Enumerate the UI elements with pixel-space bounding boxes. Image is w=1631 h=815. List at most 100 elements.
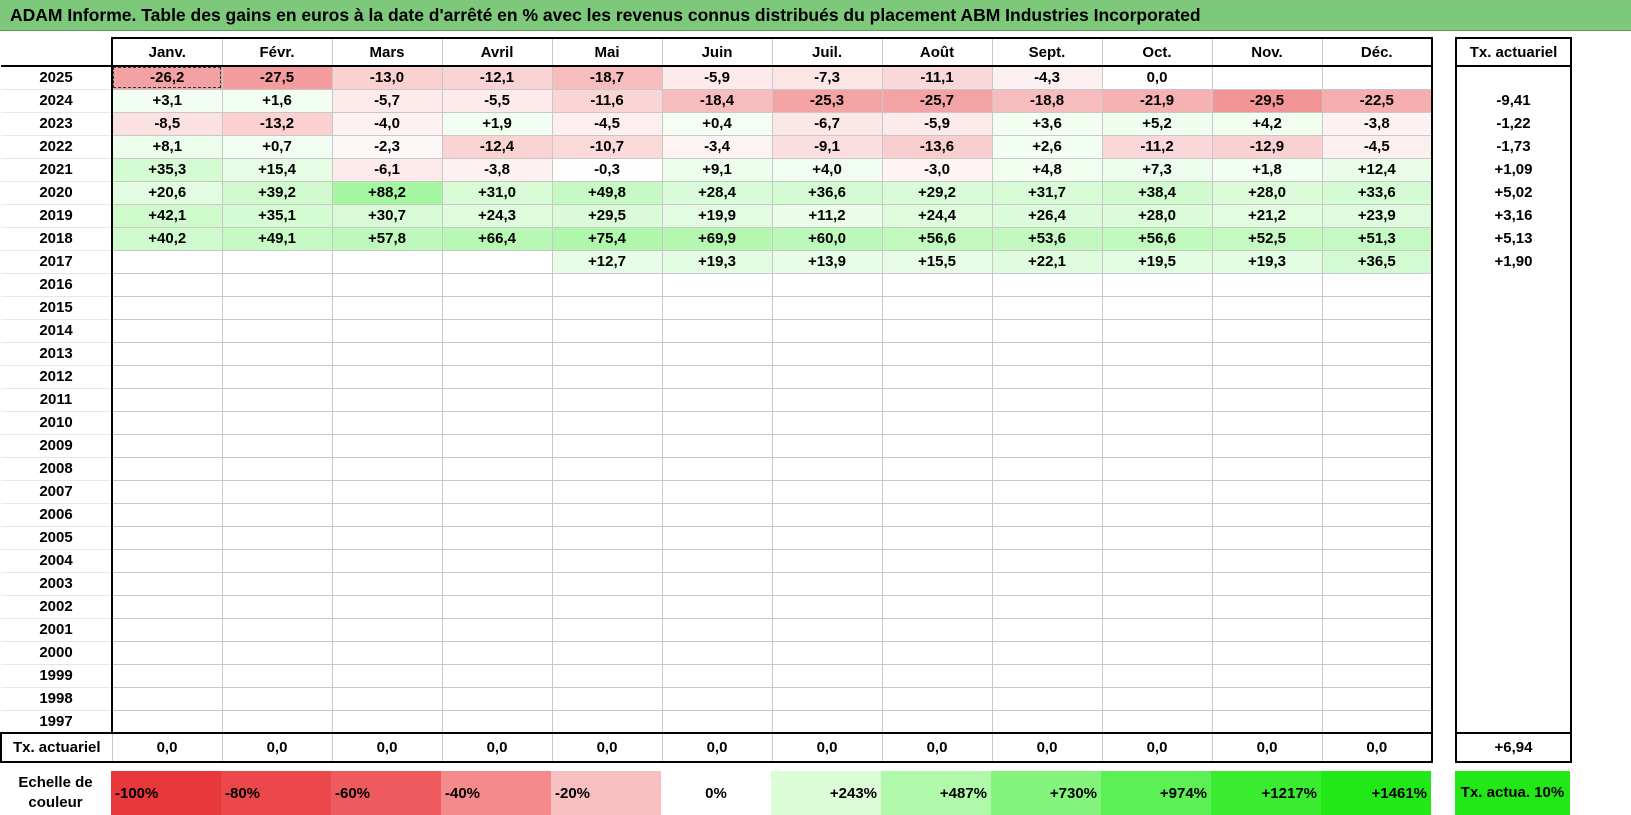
gain-cell[interactable]: -4,5 (551, 112, 662, 136)
gain-cell[interactable]: +31,7 (991, 181, 1102, 205)
gain-cell[interactable] (1321, 342, 1433, 366)
gain-cell[interactable]: +35,1 (221, 204, 332, 228)
gain-cell[interactable]: 0,0 (1101, 66, 1212, 90)
gain-cell[interactable] (441, 572, 552, 596)
gain-cell[interactable] (111, 664, 222, 688)
gain-cell[interactable] (111, 434, 222, 458)
gain-cell[interactable] (331, 687, 442, 711)
actuarial-rate-cell[interactable] (1455, 273, 1572, 297)
gain-cell[interactable] (221, 250, 332, 274)
gain-cell[interactable]: +36,6 (771, 181, 882, 205)
gain-cell[interactable]: +57,8 (331, 227, 442, 251)
gain-cell[interactable] (331, 549, 442, 573)
actuarial-rate-cell[interactable] (1455, 664, 1572, 688)
gain-cell[interactable] (1101, 549, 1212, 573)
gain-cell[interactable] (1101, 641, 1212, 665)
gain-cell[interactable]: +3,1 (111, 89, 222, 113)
gain-cell[interactable]: -25,7 (881, 89, 992, 113)
gain-cell[interactable] (771, 296, 882, 320)
gain-cell[interactable]: +19,3 (661, 250, 772, 274)
gain-cell[interactable] (441, 273, 552, 297)
gain-cell[interactable] (1101, 365, 1212, 389)
gain-cell[interactable] (331, 480, 442, 504)
gain-cell[interactable]: +4,2 (1211, 112, 1322, 136)
gain-cell[interactable]: +88,2 (331, 181, 442, 205)
gain-cell[interactable] (441, 365, 552, 389)
gain-cell[interactable] (1321, 388, 1433, 412)
actuarial-rate-cell[interactable] (1455, 687, 1572, 711)
gain-cell[interactable]: +56,6 (1101, 227, 1212, 251)
gain-cell[interactable]: +60,0 (771, 227, 882, 251)
gain-cell[interactable]: -13,0 (331, 66, 442, 90)
gain-cell[interactable] (881, 687, 992, 711)
gain-cell[interactable] (881, 411, 992, 435)
gain-cell[interactable] (111, 273, 222, 297)
actuarial-rate-cell[interactable] (1455, 457, 1572, 481)
gain-cell[interactable] (661, 687, 772, 711)
gain-cell[interactable] (111, 365, 222, 389)
gain-cell[interactable]: +52,5 (1211, 227, 1322, 251)
gain-cell[interactable] (1101, 618, 1212, 642)
gain-cell[interactable] (111, 296, 222, 320)
gain-cell[interactable] (331, 457, 442, 481)
gain-cell[interactable] (771, 388, 882, 412)
gain-cell[interactable] (551, 595, 662, 619)
gain-cell[interactable] (221, 365, 332, 389)
gain-cell[interactable] (111, 641, 222, 665)
gain-cell[interactable] (661, 572, 772, 596)
gain-cell[interactable] (771, 480, 882, 504)
actuarial-rate-cell[interactable] (1455, 66, 1572, 90)
gain-cell[interactable] (331, 434, 442, 458)
gain-cell[interactable]: +5,2 (1101, 112, 1212, 136)
gain-cell[interactable]: -4,5 (1321, 135, 1433, 159)
gain-cell[interactable] (771, 342, 882, 366)
gain-cell[interactable]: +49,8 (551, 181, 662, 205)
gain-cell[interactable] (771, 664, 882, 688)
gain-cell[interactable] (661, 296, 772, 320)
gain-cell[interactable] (991, 549, 1102, 573)
gain-cell[interactable] (111, 710, 222, 734)
gain-cell[interactable] (1321, 549, 1433, 573)
gain-cell[interactable]: -0,3 (551, 158, 662, 182)
actuarial-rate-cell[interactable] (1455, 503, 1572, 527)
gain-cell[interactable] (551, 296, 662, 320)
gain-cell[interactable]: -12,9 (1211, 135, 1322, 159)
gain-cell[interactable] (1101, 434, 1212, 458)
gain-cell[interactable]: +31,0 (441, 181, 552, 205)
gain-cell[interactable] (111, 480, 222, 504)
gain-cell[interactable] (991, 710, 1102, 734)
gain-cell[interactable]: -11,1 (881, 66, 992, 90)
gain-cell[interactable] (1211, 480, 1322, 504)
gain-cell[interactable] (1211, 411, 1322, 435)
gain-cell[interactable] (661, 710, 772, 734)
gain-cell[interactable] (1321, 526, 1433, 550)
actuarial-rate-cell[interactable] (1455, 618, 1572, 642)
gain-cell[interactable] (771, 365, 882, 389)
gain-cell[interactable] (221, 388, 332, 412)
gain-cell[interactable] (991, 503, 1102, 527)
gain-cell[interactable] (991, 296, 1102, 320)
gain-cell[interactable] (991, 687, 1102, 711)
gain-cell[interactable] (221, 342, 332, 366)
gain-cell[interactable] (1321, 618, 1433, 642)
gain-cell[interactable]: -26,2 (111, 66, 222, 90)
gain-cell[interactable]: -7,3 (771, 66, 882, 90)
gain-cell[interactable] (881, 388, 992, 412)
gain-cell[interactable]: -12,4 (441, 135, 552, 159)
gain-cell[interactable] (1321, 503, 1433, 527)
gain-cell[interactable] (441, 434, 552, 458)
actuarial-rate-cell[interactable]: +5,13 (1455, 227, 1572, 251)
gain-cell[interactable] (551, 457, 662, 481)
actuarial-rate-cell[interactable]: -9,41 (1455, 89, 1572, 113)
gain-cell[interactable] (221, 273, 332, 297)
gain-cell[interactable] (881, 526, 992, 550)
gain-cell[interactable] (551, 365, 662, 389)
gain-cell[interactable] (661, 411, 772, 435)
gain-cell[interactable] (1211, 388, 1322, 412)
gain-cell[interactable] (1321, 365, 1433, 389)
gain-cell[interactable] (111, 319, 222, 343)
gain-cell[interactable] (441, 457, 552, 481)
gain-cell[interactable]: +19,3 (1211, 250, 1322, 274)
gain-cell[interactable] (881, 365, 992, 389)
actuarial-rate-cell[interactable] (1455, 526, 1572, 550)
